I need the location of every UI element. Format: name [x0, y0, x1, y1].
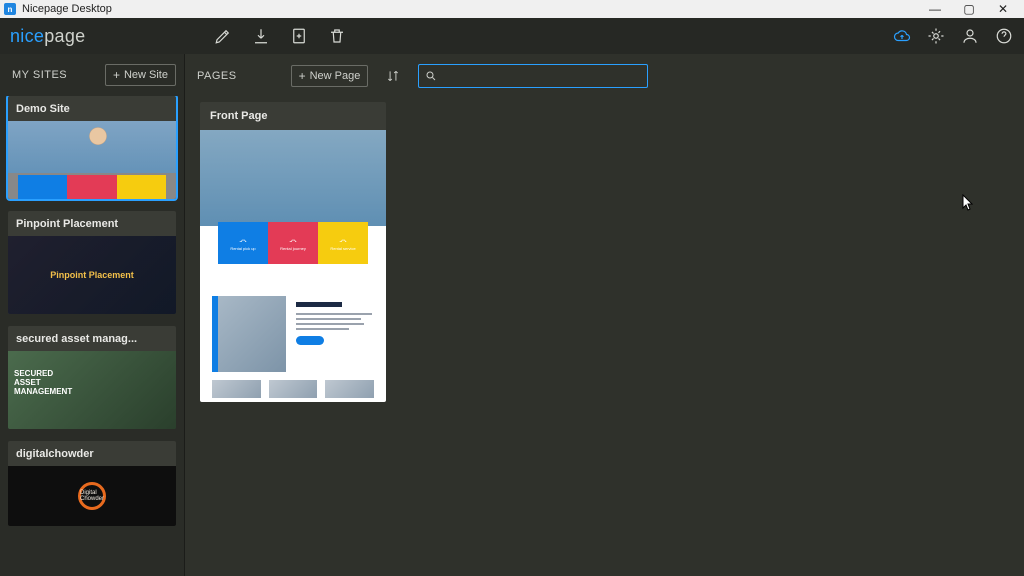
main-toolbar: nicepage — [0, 18, 1024, 54]
import-icon[interactable] — [251, 26, 271, 46]
thumb-overlay-text: SECURED ASSET MANAGEMENT — [14, 369, 72, 397]
new-page-label: New Page — [310, 70, 361, 82]
site-thumbnail — [8, 121, 176, 199]
window-titlebar: n Nicepage Desktop — ▢ ✕ — [0, 0, 1024, 18]
settings-icon[interactable] — [926, 26, 946, 46]
sites-sidebar: MY SITES + New Site Demo Site Pinpoint P… — [0, 54, 185, 576]
logo-part1: nice — [10, 26, 44, 46]
site-thumbnail: Digital Chowder — [8, 466, 176, 526]
search-input[interactable] — [443, 70, 641, 82]
site-name: Pinpoint Placement — [8, 211, 176, 236]
site-card-secured[interactable]: secured asset manag... SECURED ASSET MAN… — [8, 326, 176, 429]
search-icon — [425, 70, 437, 82]
design-tool-icon[interactable] — [213, 26, 233, 46]
plus-icon: + — [299, 70, 306, 82]
logo-part2: page — [44, 26, 85, 46]
mouse-cursor — [962, 194, 974, 212]
window-maximize-button[interactable]: ▢ — [952, 2, 986, 16]
app-icon: n — [4, 3, 16, 15]
thumb-overlay-text: Digital Chowder — [80, 490, 104, 502]
pages-title: PAGES — [197, 70, 237, 82]
new-page-button[interactable]: + New Page — [291, 65, 369, 87]
toolbar-actions — [213, 26, 347, 46]
pages-header: PAGES + New Page — [185, 54, 1024, 98]
cloud-sync-icon[interactable] — [892, 26, 912, 46]
pages-panel: PAGES + New Page Front Page Rental pick … — [185, 54, 1024, 576]
site-name: Demo Site — [8, 96, 176, 121]
account-icon[interactable] — [960, 26, 980, 46]
page-name: Front Page — [200, 102, 386, 130]
sites-list: Demo Site Pinpoint Placement Pinpoint Pl… — [0, 96, 184, 576]
window-title: Nicepage Desktop — [22, 3, 918, 15]
site-card-demo[interactable]: Demo Site — [8, 96, 176, 199]
help-icon[interactable] — [994, 26, 1014, 46]
sidebar-title: MY SITES — [12, 69, 67, 81]
plus-icon: + — [113, 69, 120, 81]
page-card-front[interactable]: Front Page Rental pick up Rental journey… — [200, 102, 386, 402]
site-name: digitalchowder — [8, 441, 176, 466]
site-card-digital[interactable]: digitalchowder Digital Chowder — [8, 441, 176, 526]
page-thumbnail: Rental pick up Rental journey Rental ser… — [200, 130, 386, 402]
toolbar-right — [892, 26, 1014, 46]
add-page-icon[interactable] — [289, 26, 309, 46]
app-logo: nicepage — [10, 26, 85, 47]
trash-icon[interactable] — [327, 26, 347, 46]
window-minimize-button[interactable]: — — [918, 2, 952, 16]
new-site-label: New Site — [124, 69, 168, 81]
window-close-button[interactable]: ✕ — [986, 2, 1020, 16]
site-thumbnail: SECURED ASSET MANAGEMENT — [8, 351, 176, 429]
search-field[interactable] — [418, 64, 648, 88]
sidebar-header: MY SITES + New Site — [0, 54, 184, 96]
thumb-overlay-text: Pinpoint Placement — [50, 270, 134, 280]
site-card-pinpoint[interactable]: Pinpoint Placement Pinpoint Placement — [8, 211, 176, 314]
new-site-button[interactable]: + New Site — [105, 64, 176, 86]
main-area: MY SITES + New Site Demo Site Pinpoint P… — [0, 54, 1024, 576]
site-thumbnail: Pinpoint Placement — [8, 236, 176, 314]
sort-button[interactable] — [382, 65, 404, 87]
site-name: secured asset manag... — [8, 326, 176, 351]
